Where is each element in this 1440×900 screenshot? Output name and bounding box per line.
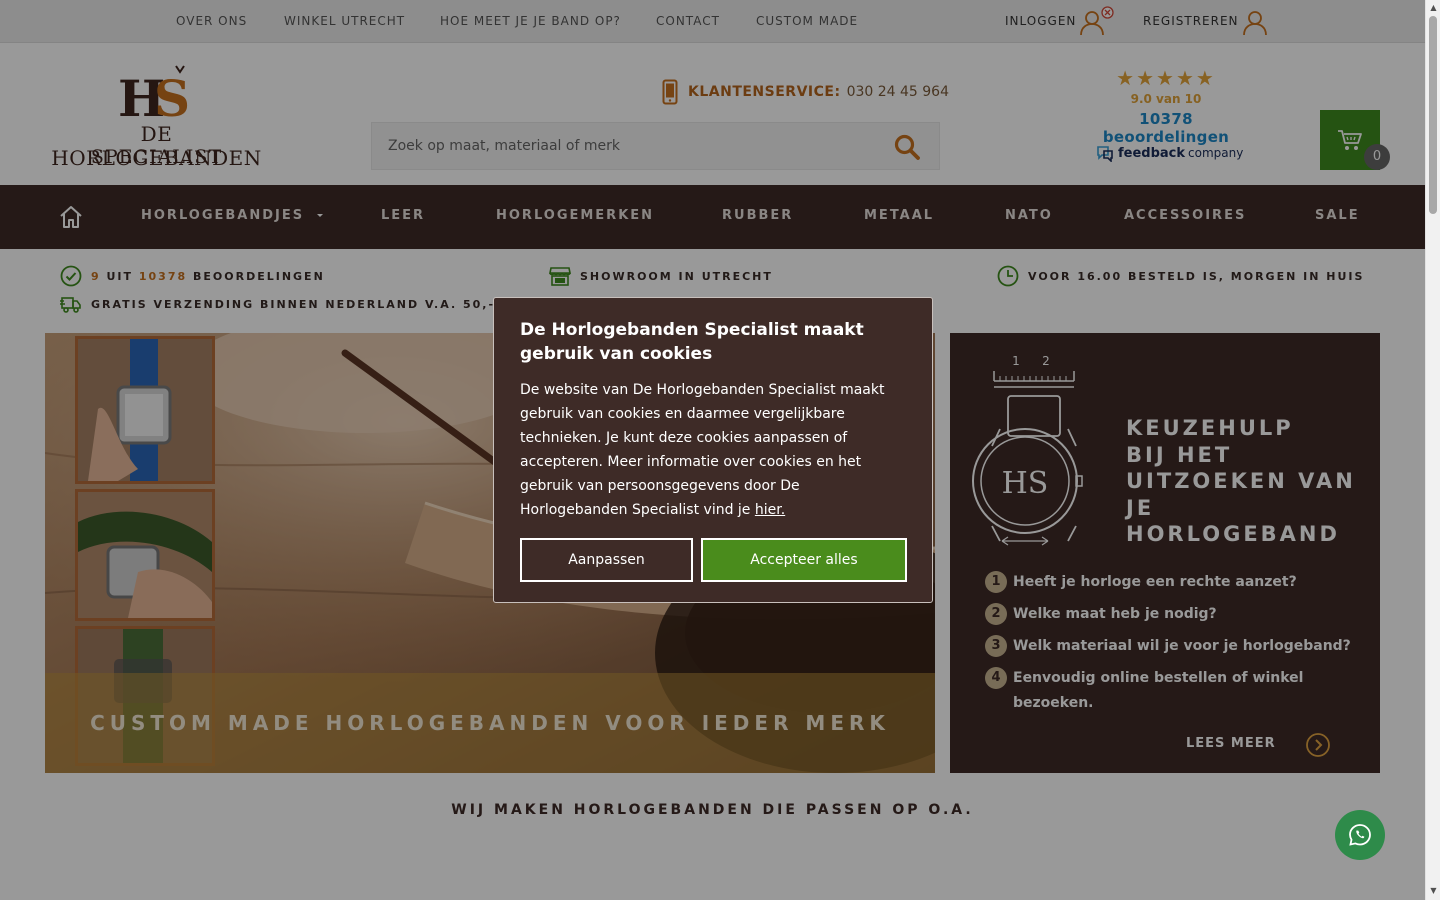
cookie-accept-all-button[interactable]: Accepteer alles xyxy=(701,538,907,582)
cookie-title: De Horlogebanden Specialist maakt gebrui… xyxy=(520,320,864,364)
scrollbar-thumb[interactable] xyxy=(1429,16,1437,214)
page-scrollbar[interactable]: ▲ ▼ xyxy=(1425,0,1440,900)
cookie-body-text: De website van De Horlogebanden Speciali… xyxy=(520,382,885,518)
cookie-adjust-button[interactable]: Aanpassen xyxy=(520,538,693,582)
cookie-info-link[interactable]: hier. xyxy=(755,502,785,518)
cookie-dialog: De Horlogebanden Specialist maakt gebrui… xyxy=(493,297,933,603)
whatsapp-icon xyxy=(1349,824,1371,846)
scroll-up-arrow[interactable]: ▲ xyxy=(1429,3,1438,12)
scroll-down-arrow[interactable]: ▼ xyxy=(1429,886,1438,895)
cookie-body: De website van De Horlogebanden Speciali… xyxy=(520,378,910,522)
whatsapp-button[interactable] xyxy=(1335,810,1385,860)
